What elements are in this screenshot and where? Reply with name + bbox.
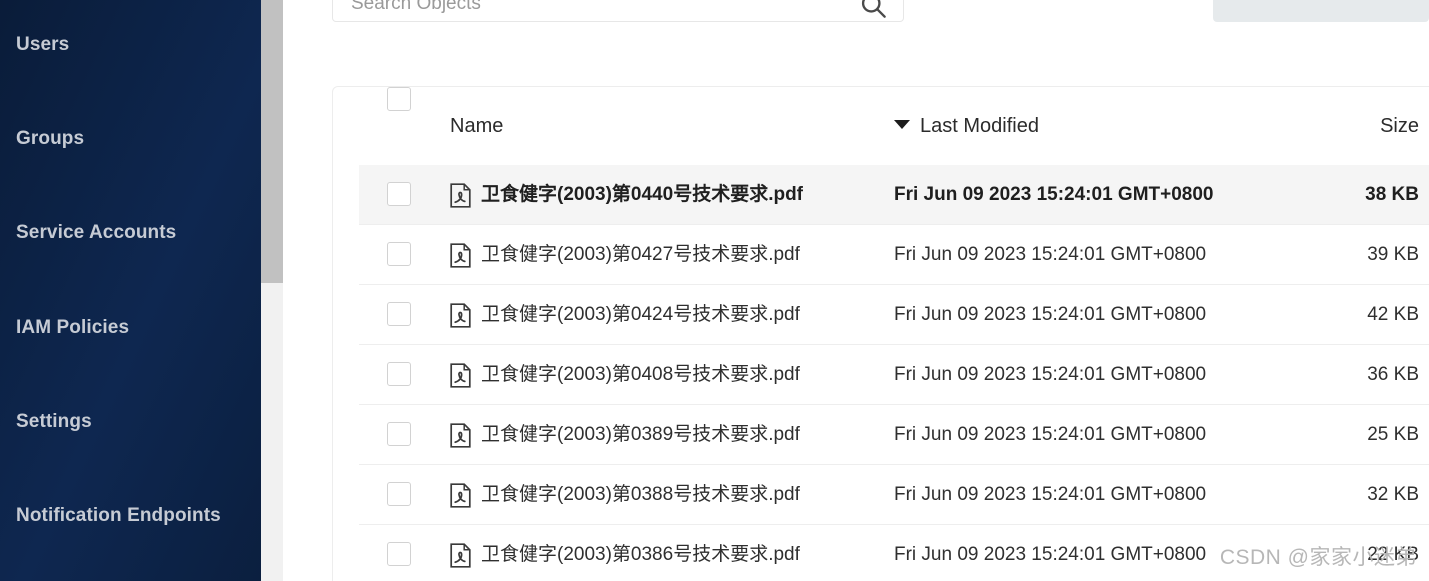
cell-name[interactable]: 卫食健字(2003)第0440号技术要求.pdf xyxy=(450,165,803,225)
column-header-last-modified-label: Last Modified xyxy=(920,115,1039,137)
table-row[interactable]: 卫食健字(2003)第0408号技术要求.pdf Fri Jun 09 2023 … xyxy=(359,345,1429,405)
cell-size: 39 KB xyxy=(1367,244,1419,265)
sidebar-item-label: Groups xyxy=(16,128,85,149)
cell-size: 32 KB xyxy=(1367,484,1419,505)
select-all-checkbox[interactable] xyxy=(387,87,411,111)
table-row[interactable]: 卫食健字(2003)第0440号技术要求.pdf Fri Jun 09 2023 … xyxy=(359,165,1429,225)
cell-size: 38 KB xyxy=(1365,184,1419,205)
column-header-name[interactable]: Name xyxy=(450,115,503,138)
objects-table-card: Name Last Modified Size 卫食健字(2003)第0440号… xyxy=(332,86,1429,581)
cell-size: 22 KB xyxy=(1367,544,1419,565)
object-name-label: 卫食健字(2003)第0424号技术要求.pdf xyxy=(481,304,800,325)
sidebar-item-users[interactable]: Users xyxy=(0,27,261,63)
sidebar-nav: Users Groups Service Accounts IAM Policies S… xyxy=(0,0,261,581)
pdf-file-icon xyxy=(450,362,471,388)
row-checkbox[interactable] xyxy=(387,362,411,386)
cell-size: 36 KB xyxy=(1367,364,1419,385)
table-row[interactable]: 卫食健字(2003)第0386号技术要求.pdf Fri Jun 09 2023 … xyxy=(359,525,1429,581)
table-row[interactable]: 卫食健字(2003)第0424号技术要求.pdf Fri Jun 09 2023 … xyxy=(359,285,1429,345)
row-checkbox[interactable] xyxy=(387,302,411,326)
pdf-file-icon xyxy=(450,182,471,208)
search-input-placeholder: Search Objects xyxy=(351,0,481,14)
sidebar-item-label: Users xyxy=(16,34,70,55)
object-name-label: 卫食健字(2003)第0440号技术要求.pdf xyxy=(481,184,804,205)
sidebar-item-label: Settings xyxy=(16,411,92,432)
table-header-row: Name Last Modified Size xyxy=(333,87,1429,165)
cell-name[interactable]: 卫食健字(2003)第0424号技术要求.pdf xyxy=(450,285,800,345)
table-row[interactable]: 卫食健字(2003)第0388号技术要求.pdf Fri Jun 09 2023 … xyxy=(359,465,1429,525)
table-row[interactable]: 卫食健字(2003)第0427号技术要求.pdf Fri Jun 09 2023 … xyxy=(359,225,1429,285)
cell-last-modified: Fri Jun 09 2023 15:24:01 GMT+0800 xyxy=(894,364,1207,385)
sidebar-item-label: Service Accounts xyxy=(16,222,177,243)
table-row[interactable]: 卫食健字(2003)第0389号技术要求.pdf Fri Jun 09 2023 … xyxy=(359,405,1429,465)
cell-size: 25 KB xyxy=(1367,424,1419,445)
caret-down-icon xyxy=(894,120,910,130)
cell-last-modified: Fri Jun 09 2023 15:24:01 GMT+0800 xyxy=(894,244,1207,265)
cell-name[interactable]: 卫食健字(2003)第0389号技术要求.pdf xyxy=(450,405,800,465)
object-name-label: 卫食健字(2003)第0427号技术要求.pdf xyxy=(481,244,800,265)
row-checkbox[interactable] xyxy=(387,542,411,566)
object-name-label: 卫食健字(2003)第0386号技术要求.pdf xyxy=(481,544,800,565)
cell-name[interactable]: 卫食健字(2003)第0388号技术要求.pdf xyxy=(450,465,800,525)
pdf-file-icon xyxy=(450,542,471,568)
cell-last-modified: Fri Jun 09 2023 15:24:01 GMT+0800 xyxy=(894,484,1207,505)
download-selected-button[interactable]: Download Selected xyxy=(1213,0,1429,22)
pdf-file-icon xyxy=(450,242,471,268)
objects-list: 卫食健字(2003)第0440号技术要求.pdf Fri Jun 09 2023 … xyxy=(333,165,1429,581)
sidebar-item-label: IAM Policies xyxy=(16,317,130,338)
object-name-label: 卫食健字(2003)第0389号技术要求.pdf xyxy=(481,424,800,445)
sidebar-item-notification-endpoints[interactable]: Notification Endpoints xyxy=(0,498,261,534)
cell-last-modified: Fri Jun 09 2023 15:24:01 GMT+0800 xyxy=(894,424,1207,445)
search-icon[interactable] xyxy=(859,0,887,19)
sidebar-scrollbar-thumb[interactable] xyxy=(261,0,283,283)
sidebar-item-service-accounts[interactable]: Service Accounts xyxy=(0,215,261,251)
pdf-file-icon xyxy=(450,422,471,448)
cell-last-modified: Fri Jun 09 2023 15:24:01 GMT+0800 xyxy=(894,184,1214,205)
cell-name[interactable]: 卫食健字(2003)第0427号技术要求.pdf xyxy=(450,225,800,285)
cell-last-modified: Fri Jun 09 2023 15:24:01 GMT+0800 xyxy=(894,304,1207,325)
column-header-last-modified[interactable]: Last Modified xyxy=(894,115,1039,138)
sidebar-item-groups[interactable]: Groups xyxy=(0,121,261,157)
column-header-size[interactable]: Size xyxy=(1213,115,1419,138)
cell-name[interactable]: 卫食健字(2003)第0386号技术要求.pdf xyxy=(450,525,800,581)
object-name-label: 卫食健字(2003)第0408号技术要求.pdf xyxy=(481,364,800,385)
row-checkbox[interactable] xyxy=(387,482,411,506)
object-name-label: 卫食健字(2003)第0388号技术要求.pdf xyxy=(481,484,800,505)
row-checkbox[interactable] xyxy=(387,422,411,446)
sidebar-item-label: Notification Endpoints xyxy=(16,505,221,526)
pdf-file-icon xyxy=(450,302,471,328)
search-objects-field[interactable]: Search Objects xyxy=(332,0,904,22)
row-checkbox[interactable] xyxy=(387,242,411,266)
row-checkbox[interactable] xyxy=(387,182,411,206)
pdf-file-icon xyxy=(450,482,471,508)
object-browser-screen: Users Groups Service Accounts IAM Policies S… xyxy=(0,0,1429,581)
cell-size: 42 KB xyxy=(1367,304,1419,325)
sidebar-item-iam-policies[interactable]: IAM Policies xyxy=(0,310,261,346)
cell-last-modified: Fri Jun 09 2023 15:24:01 GMT+0800 xyxy=(894,544,1207,565)
cell-name[interactable]: 卫食健字(2003)第0408号技术要求.pdf xyxy=(450,345,800,405)
sidebar-item-settings[interactable]: Settings xyxy=(0,404,261,440)
